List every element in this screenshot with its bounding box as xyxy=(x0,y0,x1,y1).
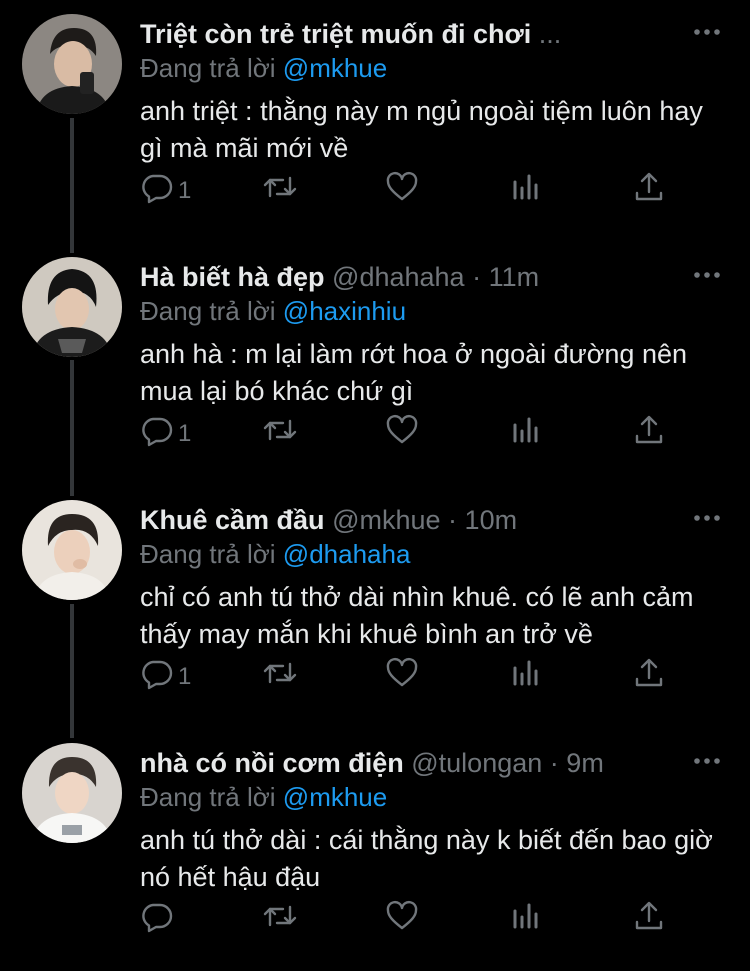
reply-count: 1 xyxy=(178,177,192,204)
retweet-button[interactable] xyxy=(261,170,299,214)
share-upload-icon xyxy=(635,415,663,444)
views-bar-icon xyxy=(513,417,538,443)
replying-to-label: Đang trả lời xyxy=(140,539,276,569)
separator-dot: · xyxy=(472,262,482,292)
replying-to-label: Đang trả lời xyxy=(140,53,276,83)
reply-count: 1 xyxy=(178,420,192,447)
reply-bubble-icon xyxy=(142,660,173,690)
tweet-header: Triệt còn trẻ triệt muốn đi chơi ... xyxy=(140,14,680,54)
views-bar-icon xyxy=(513,174,538,200)
tweet-header: Hà biết hà đẹp @dhahaha · 11m xyxy=(140,257,680,297)
views-button[interactable] xyxy=(508,170,542,214)
tweet[interactable]: Triệt còn trẻ triệt muốn đi chơi ... Đan… xyxy=(0,0,750,242)
separator-dot: · xyxy=(549,748,559,778)
tweet[interactable]: nhà có nồi cơm điện @tulongan · 9m Đang … xyxy=(0,729,750,971)
separator-dot: · xyxy=(448,505,458,535)
avatar[interactable] xyxy=(22,257,122,357)
heart-icon xyxy=(386,414,418,444)
retweet-icon xyxy=(263,176,297,198)
like-button[interactable] xyxy=(385,899,419,943)
replying-to: Đang trả lời @mkhue xyxy=(140,50,387,86)
more-dots-icon[interactable] xyxy=(692,508,722,528)
share-upload-icon xyxy=(635,658,663,687)
views-bar-icon xyxy=(513,660,538,686)
tweet-text: anh hà : m lại làm rớt hoa ở ngoài đường… xyxy=(140,339,688,406)
avatar[interactable] xyxy=(22,500,122,600)
reply-bubble-icon xyxy=(142,174,173,204)
heart-icon xyxy=(386,900,418,930)
tweet-actions: 1 xyxy=(140,170,680,214)
tweet-text: chỉ có anh tú thở dài nhìn khuê. có lẽ a… xyxy=(140,582,694,649)
name-truncation: ... xyxy=(538,19,562,49)
views-bar-icon xyxy=(513,903,538,929)
retweet-button[interactable] xyxy=(261,656,299,700)
user-handle[interactable]: @dhahaha xyxy=(332,262,465,292)
user-handle[interactable]: @tulongan xyxy=(411,748,542,778)
more-dots-icon[interactable] xyxy=(692,265,722,285)
tweet-actions: 1 xyxy=(140,656,680,700)
retweet-icon xyxy=(263,662,297,684)
timestamp[interactable]: 11m xyxy=(489,262,540,292)
replying-to: Đang trả lời @dhahaha xyxy=(140,536,410,572)
more-dots-icon[interactable] xyxy=(692,22,722,42)
like-button[interactable] xyxy=(385,656,419,700)
replying-to-label: Đang trả lời xyxy=(140,296,276,326)
reply-button[interactable] xyxy=(140,899,174,943)
reply-to-handle[interactable]: @mkhue xyxy=(283,782,387,812)
share-button[interactable] xyxy=(632,656,666,700)
tweet[interactable]: Hà biết hà đẹp @dhahaha · 11m Đang trả l… xyxy=(0,243,750,485)
retweet-icon xyxy=(263,419,297,441)
tweet-text: anh tú thở dài : cái thằng này k biết đế… xyxy=(140,825,713,892)
views-button[interactable] xyxy=(508,899,542,943)
heart-icon xyxy=(386,171,418,201)
replying-to-label: Đang trả lời xyxy=(140,782,276,812)
tweet-header: nhà có nồi cơm điện @tulongan · 9m xyxy=(140,743,680,783)
timestamp[interactable]: 10m xyxy=(465,505,518,535)
tweet-actions: 1 xyxy=(140,413,680,457)
tweet-text: anh triệt : thằng này m ngủ ngoài tiệm l… xyxy=(140,96,703,163)
user-handle[interactable]: @mkhue xyxy=(332,505,440,535)
reply-to-handle[interactable]: @dhahaha xyxy=(283,539,411,569)
display-name[interactable]: Hà biết hà đẹp xyxy=(140,262,325,292)
share-upload-icon xyxy=(635,172,663,201)
avatar[interactable] xyxy=(22,14,122,114)
tweet-actions xyxy=(140,899,680,943)
reply-count: 1 xyxy=(178,663,192,690)
avatar[interactable] xyxy=(22,743,122,843)
reply-button[interactable]: 1 xyxy=(140,656,191,700)
like-button[interactable] xyxy=(385,170,419,214)
retweet-button[interactable] xyxy=(261,899,299,943)
display-name[interactable]: Triệt còn trẻ triệt muốn đi chơi xyxy=(140,19,531,49)
reply-bubble-icon xyxy=(142,903,173,933)
reply-button[interactable]: 1 xyxy=(140,170,191,214)
views-button[interactable] xyxy=(508,413,542,457)
tweet[interactable]: Khuê cầm đầu @mkhue · 10m Đang trả lời @… xyxy=(0,486,750,728)
like-button[interactable] xyxy=(385,413,419,457)
views-button[interactable] xyxy=(508,656,542,700)
reply-button[interactable]: 1 xyxy=(140,413,191,457)
tweet-header: Khuê cầm đầu @mkhue · 10m xyxy=(140,500,680,540)
share-button[interactable] xyxy=(632,899,666,943)
share-upload-icon xyxy=(635,901,663,930)
timestamp[interactable]: 9m xyxy=(566,748,604,778)
heart-icon xyxy=(386,657,418,687)
display-name[interactable]: nhà có nồi cơm điện xyxy=(140,748,404,778)
retweet-button[interactable] xyxy=(261,413,299,457)
more-dots-icon[interactable] xyxy=(692,751,722,771)
replying-to: Đang trả lời @mkhue xyxy=(140,779,387,815)
replying-to: Đang trả lời @haxinhiu xyxy=(140,293,406,329)
share-button[interactable] xyxy=(632,413,666,457)
reply-to-handle[interactable]: @mkhue xyxy=(283,53,387,83)
share-button[interactable] xyxy=(632,170,666,214)
retweet-icon xyxy=(263,905,297,927)
reply-bubble-icon xyxy=(142,417,173,447)
reply-to-handle[interactable]: @haxinhiu xyxy=(283,296,406,326)
display-name[interactable]: Khuê cầm đầu xyxy=(140,505,325,535)
